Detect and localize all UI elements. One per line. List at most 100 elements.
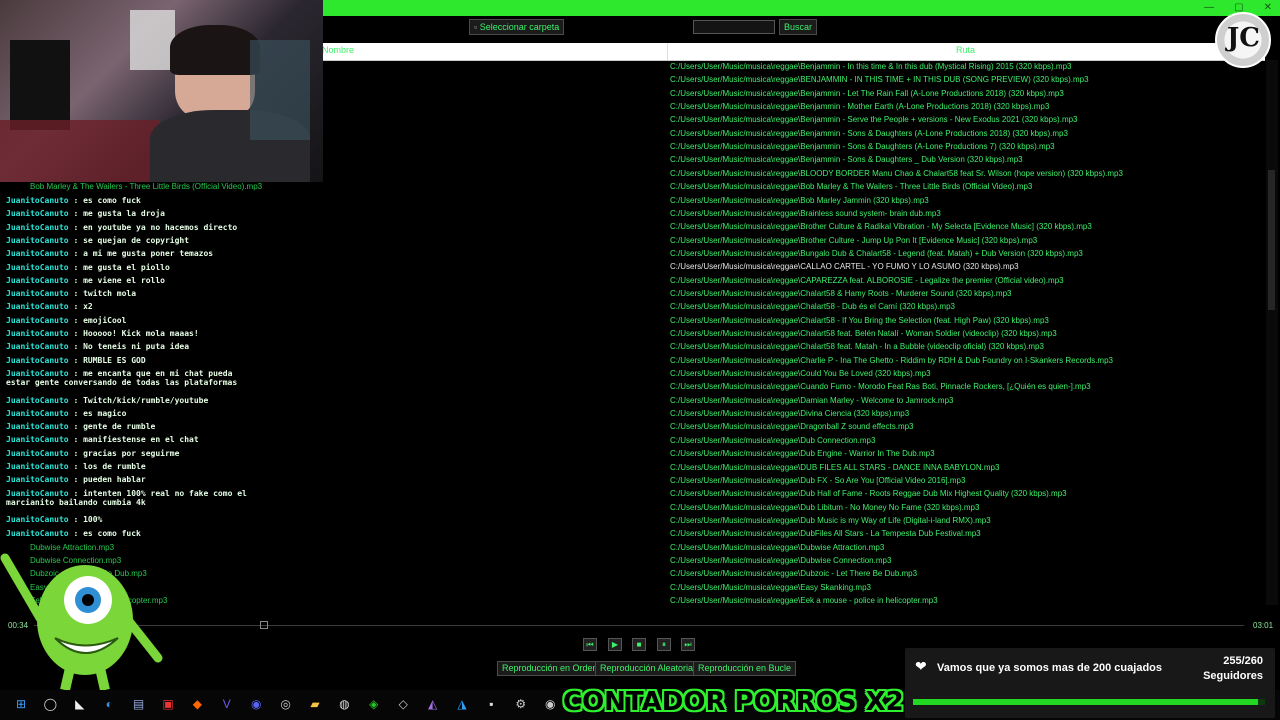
file-path: C:/Users/User/Music/musica\reggae\Chalar… <box>670 329 1057 338</box>
stop-button[interactable]: ■ <box>632 638 646 651</box>
select-folder-button[interactable]: ▫ Seleccionar carpeta <box>469 19 565 35</box>
chat-text: : emojiCool <box>68 315 127 325</box>
file-path: C:/Users/User/Music/musica\reggae\Bob Ma… <box>670 195 929 205</box>
box-icon[interactable]: ◇ <box>395 696 411 712</box>
chat-message: JuanitoCanuto : es como fuck <box>6 196 141 205</box>
mode-loop-button[interactable]: Reproducción en Bucle <box>693 661 797 676</box>
notepad-icon[interactable]: ▤ <box>131 696 147 712</box>
seek-bar[interactable]: 00:34 03:01 <box>0 621 1280 631</box>
vegas-icon[interactable]: V <box>219 696 235 712</box>
file-path: C:/Users/User/Music/musica\reggae\Chalar… <box>670 288 1012 298</box>
chat-message: JuanitoCanuto : RUMBLE ES GOD <box>6 356 146 365</box>
close-icon[interactable]: ✕ <box>1264 0 1272 16</box>
chat-text: : pueden hablar <box>68 475 146 485</box>
column-divider[interactable] <box>667 43 668 60</box>
file-row[interactable]: Dubzoic - Let There Be Dub.mp3C:/Users/U… <box>0 567 1265 580</box>
xbox-icon[interactable]: ◈ <box>366 696 382 712</box>
stop-icon: ■ <box>636 640 642 649</box>
webcam-overlay <box>0 0 323 182</box>
file-row[interactable]: Dubwise Connection.mp3 C:/Users/User/Musi… <box>0 554 1265 567</box>
file-path: C:/Users/User/Music/musica\reggae\Dub Li… <box>670 502 980 512</box>
chat-overlay: JuanitoCanuto : es como fuck JuanitoCanut… <box>0 182 330 542</box>
seek-track[interactable] <box>34 625 1244 626</box>
previous-icon: ⏮ <box>586 640 594 649</box>
file-path: C:/Users/User/Music/musica\reggae\Benjam… <box>670 62 1072 71</box>
chat-username: JuanitoCanuto <box>6 235 69 245</box>
search-icon[interactable]: ◯ <box>42 696 58 712</box>
chat-text: : gracias por seguirme <box>68 448 180 458</box>
goal-label: Seguidores <box>1203 670 1263 682</box>
play-button[interactable]: ▶ <box>608 638 622 651</box>
chat-message: JuanitoCanuto : a mi me gusta poner tema… <box>6 249 213 258</box>
settings-icon[interactable]: ⚙ <box>513 696 529 712</box>
edge-icon[interactable]: ◐ <box>101 696 117 712</box>
file-path: C:/Users/User/Music/musica\reggae\Benjam… <box>670 128 1068 138</box>
file-row[interactable]: Eek a mouse - police in helicopter.mp3C:… <box>0 594 1265 606</box>
chat-text: : me gusta el piollo <box>68 262 170 272</box>
obs-icon[interactable]: ◎ <box>278 696 294 712</box>
file-path: C:/Users/User/Music/musica\reggae\Brainl… <box>670 208 941 218</box>
file-path: C:/Users/User/Music/musica\reggae\BENJAM… <box>670 75 1089 85</box>
chat-message: JuanitoCanuto : emojiCool <box>6 316 126 325</box>
chat-username: JuanitoCanuto <box>6 408 69 418</box>
chat-username: JuanitoCanuto <box>6 329 69 338</box>
file-path: C:/Users/User/Music/musica\reggae\Benjam… <box>670 88 1064 98</box>
chat-message: JuanitoCanuto : es magico <box>6 409 126 418</box>
chat-username: JuanitoCanuto <box>6 222 69 232</box>
capcut-icon[interactable]: ◣ <box>72 696 88 712</box>
chat-message: JuanitoCanuto : Twitch/kick/rumble/youtu… <box>6 396 208 405</box>
file-path: C:/Users/User/Music/musica\reggae\Benjam… <box>670 155 1023 165</box>
goal-title: Vamos que ya somos mas de 200 cuajados <box>937 662 1162 674</box>
chat-username: JuanitoCanuto <box>6 435 69 445</box>
next-button[interactable]: ⏭ <box>681 638 695 651</box>
chat-message: JuanitoCanuto : Hooooo! Kick mola maaas! <box>6 329 199 338</box>
file-path: C:/Users/User/Music/musica\reggae\Eek a … <box>670 596 938 605</box>
chat-text: : es como fuck <box>68 196 141 205</box>
chat-username: JuanitoCanuto <box>6 528 69 538</box>
chat-message: JuanitoCanuto : me viene el rollo <box>6 276 165 285</box>
file-row[interactable]: Dubwise Attraction.mp3 C:/Users/User/Musi… <box>0 541 1265 554</box>
chat-message: JuanitoCanuto : pueden hablar <box>6 475 146 484</box>
file-path: C:/Users/User/Music/musica\reggae\DubFil… <box>670 529 981 539</box>
chat-text: : a mi me gusta poner temazos <box>68 249 214 259</box>
mode-order-button[interactable]: Reproducción en Orden <box>497 661 603 676</box>
seek-handle[interactable] <box>259 621 268 629</box>
vscode-icon[interactable]: ◮ <box>454 696 470 712</box>
pause-icon: ⏸ <box>662 640 666 649</box>
minimize-icon[interactable]: — <box>1204 0 1214 16</box>
chat-username: JuanitoCanuto <box>6 275 69 285</box>
file-path: C:/Users/User/Music/musica\reggae\Dubwis… <box>670 555 892 565</box>
mike-wazowski-sticker <box>0 553 163 690</box>
chat-text: : es magico <box>68 408 127 418</box>
steam-icon[interactable]: ◉ <box>542 696 558 712</box>
file-path: C:/Users/User/Music/musica\reggae\Dub Ha… <box>670 489 1067 499</box>
windows-icon[interactable]: ⊞ <box>13 696 29 712</box>
scrollbar-thumb[interactable] <box>1268 170 1275 310</box>
file-row[interactable]: Easy Skanking.mp3C:/Users/User/Music/mus… <box>0 581 1265 594</box>
brave-icon[interactable]: ◆ <box>189 696 205 712</box>
file-path: C:/Users/User/Music/musica\reggae\Damian… <box>670 395 954 405</box>
file-path: C:/Users/User/Music/musica\reggae\Dub En… <box>670 449 935 459</box>
vertical-scrollbar[interactable] <box>1266 60 1278 605</box>
pause-button[interactable]: ⏸ <box>657 638 671 651</box>
search-button[interactable]: Buscar <box>779 19 818 35</box>
total-time: 03:01 <box>1253 621 1274 630</box>
column-header-path[interactable]: Ruta <box>956 45 975 55</box>
discord-icon[interactable]: ◉ <box>248 696 264 712</box>
column-header-name[interactable]: Nombre <box>322 45 354 55</box>
chat-username: JuanitoCanuto <box>6 302 69 312</box>
app-red-icon[interactable]: ▣ <box>160 696 176 712</box>
chat-username: JuanitoCanuto <box>6 515 69 525</box>
folder-icon[interactable]: ▰ <box>307 696 323 712</box>
file-path: C:/Users/User/Music/musica\reggae\Could … <box>670 369 931 379</box>
chat-message: JuanitoCanuto : me gusta la droja <box>6 209 165 218</box>
github-icon[interactable]: ◍ <box>336 696 352 712</box>
chat-text: : Hooooo! Kick mola maaas! <box>68 329 199 338</box>
previous-button[interactable]: ⏮ <box>583 638 597 651</box>
chat-username: JuanitoCanuto <box>6 462 69 471</box>
terminal-icon[interactable]: ▪ <box>483 696 499 712</box>
visualstudio-icon[interactable]: ◭ <box>425 696 441 712</box>
chat-username: JuanitoCanuto <box>6 289 69 299</box>
search-input[interactable] <box>693 20 775 34</box>
mode-random-button[interactable]: Reproducción Aleatoria <box>595 661 699 676</box>
